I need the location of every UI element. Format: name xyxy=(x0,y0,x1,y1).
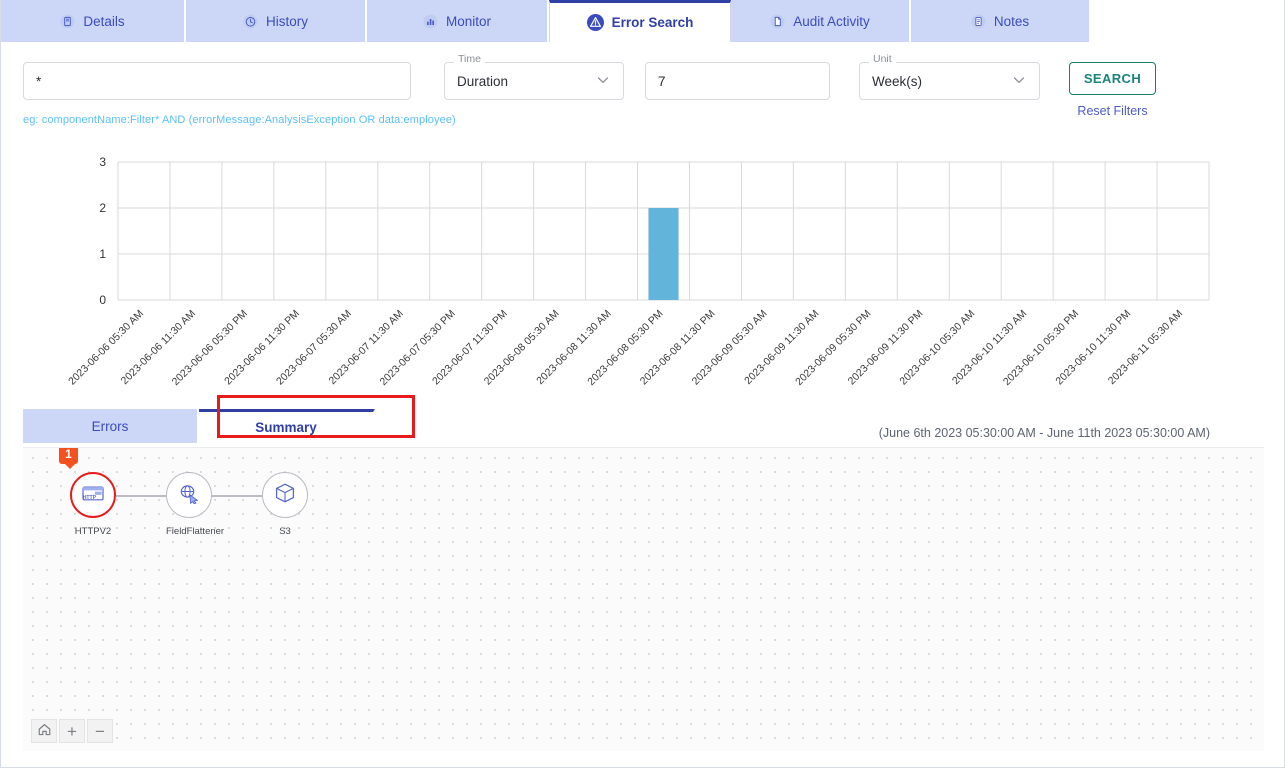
search-button[interactable]: SEARCH xyxy=(1069,62,1156,95)
bar-chart-icon xyxy=(423,14,438,29)
tab-details-label: Details xyxy=(83,14,124,29)
subtab-errors-label: Errors xyxy=(92,419,129,434)
svg-text:HTTP: HTTP xyxy=(83,494,97,500)
canvas-zoom-in-button[interactable]: + xyxy=(59,719,85,743)
tab-history-label: History xyxy=(266,14,308,29)
main-tab-bar: Details History xyxy=(1,0,1284,42)
subtab-summary[interactable]: Summary xyxy=(199,409,375,443)
document-icon xyxy=(60,14,75,29)
y-axis-tick-label: 2 xyxy=(99,201,106,215)
histogram-bar[interactable] xyxy=(648,208,678,300)
error-histogram-svg[interactable]: 01232023-06-06 05:30 AM2023-06-06 11:30 … xyxy=(1,152,1285,407)
time-mode-select[interactable]: Duration xyxy=(444,62,624,100)
unit-select[interactable]: Week(s) xyxy=(859,62,1040,100)
subtab-errors[interactable]: Errors xyxy=(23,409,199,443)
search-query-input[interactable]: * xyxy=(23,62,411,100)
subtab-summary-label: Summary xyxy=(255,420,317,435)
edge-httpv2-fieldflattener xyxy=(116,495,166,497)
tab-monitor[interactable]: Monitor xyxy=(367,0,549,42)
unit-value: Week(s) xyxy=(872,74,922,89)
flow-node-httpv2-circle[interactable]: HTTP xyxy=(70,472,116,518)
date-range-label: (June 6th 2023 05:30:00 AM - June 11th 2… xyxy=(879,426,1210,440)
time-select-wrapper: Time Duration xyxy=(444,62,624,100)
query-syntax-hint: eg: componentName:Filter* AND (errorMess… xyxy=(23,114,456,126)
tab-history[interactable]: History xyxy=(186,0,367,42)
flow-node-httpv2-label: HTTPV2 xyxy=(70,526,116,537)
tab-bar-filler xyxy=(1091,0,1284,42)
tab-details[interactable]: Details xyxy=(1,0,186,42)
error-histogram: 01232023-06-06 05:30 AM2023-06-06 11:30 … xyxy=(1,152,1284,407)
pipeline-canvas[interactable]: HTTP 1 HTTPV2 FieldFlattener xyxy=(23,447,1264,751)
cube-icon xyxy=(273,481,297,510)
clock-history-icon xyxy=(243,14,258,29)
unit-legend: Unit xyxy=(869,54,896,64)
chevron-down-icon xyxy=(1011,72,1027,91)
flow-node-httpv2-error-badge[interactable]: 1 xyxy=(59,447,78,464)
tab-error-search-label: Error Search xyxy=(612,15,694,30)
reset-filters-link[interactable]: Reset Filters xyxy=(1077,104,1147,118)
edge-fieldflattener-s3 xyxy=(212,495,262,497)
tab-audit-activity[interactable]: Audit Activity xyxy=(731,0,911,42)
tab-notes-label: Notes xyxy=(994,14,1029,29)
canvas-zoom-controls: + − xyxy=(31,719,113,743)
flow-node-fieldflattener-label: FieldFlattener xyxy=(166,526,212,537)
tab-audit-activity-label: Audit Activity xyxy=(793,14,870,29)
unit-select-wrapper: Unit Week(s) xyxy=(859,62,1040,100)
warning-icon xyxy=(587,14,604,31)
search-actions: SEARCH Reset Filters xyxy=(1069,62,1156,118)
tab-notes[interactable]: Notes xyxy=(911,0,1091,42)
tab-monitor-label: Monitor xyxy=(446,14,491,29)
result-tab-bar: Errors Summary (June 6th 2023 05:30:00 A… xyxy=(23,407,1264,443)
y-axis-tick-label: 1 xyxy=(99,247,106,261)
flow-node-fieldflattener[interactable]: FieldFlattener xyxy=(166,472,212,537)
flatten-icon xyxy=(177,482,201,509)
y-axis-tick-label: 3 xyxy=(99,155,106,169)
flow-node-s3-label: S3 xyxy=(262,526,308,537)
query-field-wrapper: * xyxy=(23,62,411,100)
file-icon xyxy=(770,14,785,29)
flow-node-s3-circle[interactable] xyxy=(262,472,308,518)
time-mode-value: Duration xyxy=(457,74,508,89)
flow-node-s3[interactable]: S3 xyxy=(262,472,308,537)
y-axis-tick-label: 0 xyxy=(99,293,106,307)
flow-node-httpv2[interactable]: HTTP 1 HTTPV2 xyxy=(70,472,116,537)
filter-toolbar: * Time Duration 7 Unit Week(s) xyxy=(1,42,1284,152)
canvas-zoom-out-button[interactable]: − xyxy=(87,719,113,743)
flow-node-fieldflattener-circle[interactable] xyxy=(166,472,212,518)
tab-error-search[interactable]: Error Search xyxy=(549,0,731,42)
duration-number-input[interactable]: 7 xyxy=(645,62,830,100)
time-legend: Time xyxy=(454,54,485,64)
error-search-page: Details History xyxy=(0,0,1285,768)
home-icon xyxy=(37,722,52,740)
http-card-icon: HTTP xyxy=(81,483,105,508)
chevron-down-icon xyxy=(595,72,611,91)
duration-number-wrapper: 7 xyxy=(645,62,830,100)
canvas-home-button[interactable] xyxy=(31,719,57,743)
notes-icon xyxy=(971,14,986,29)
